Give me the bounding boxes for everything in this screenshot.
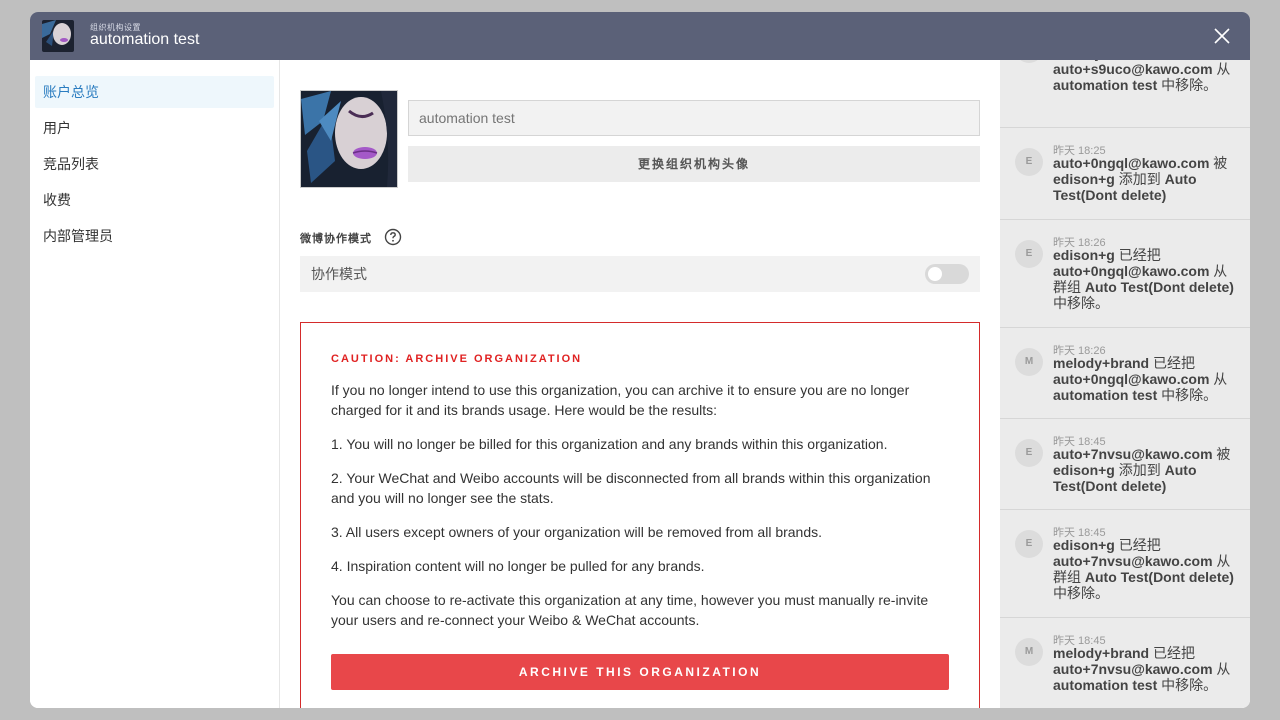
activity-text: melody+brand 已经把 auto+s9uco@kawo.com 从 a… [1053, 60, 1231, 93]
collab-mode-label: 协作模式 [311, 266, 367, 282]
sidebar-item-account-overview[interactable]: 账户总览 [35, 76, 274, 108]
avatar: E [1015, 240, 1043, 268]
activity-feed: M昨天 17:03melody+brand 已经把 auto+s9uco@kaw… [1000, 60, 1250, 708]
org-avatar-small [42, 20, 74, 52]
caution-point-1: 1. You will no longer be billed for this… [331, 436, 888, 452]
modal-title: automation test [90, 31, 200, 48]
activity-text: auto+0ngql@kawo.com 被 edison+g 添加到 Auto … [1053, 155, 1228, 203]
org-name-input[interactable] [408, 100, 980, 136]
avatar: M [1015, 348, 1043, 376]
activity-item: E 昨天 18:45 auto+7nvsu@kawo.com 被 edison+g … [1000, 419, 1250, 510]
caution-point-4: 4. Inspiration content will no longer be… [331, 558, 705, 574]
avatar: M [1015, 638, 1043, 666]
modal-header: 组织机构设置 automation test [30, 12, 1250, 60]
sidebar-item-competitors[interactable]: 竞品列表 [35, 148, 274, 180]
avatar: E [1015, 439, 1043, 467]
avatar: M [1015, 60, 1043, 63]
activity-item: M 昨天 18:45 melody+brand 已经把 auto+7nvsu@kaw… [1000, 618, 1250, 708]
activity-text: edison+g 已经把 auto+7nvsu@kawo.com 从 群组 Au… [1053, 537, 1234, 601]
activity-text: melody+brand 已经把 auto+7nvsu@kawo.com 从 a… [1053, 645, 1231, 693]
caution-point-3: 3. All users except owners of your organ… [331, 524, 823, 540]
change-avatar-button[interactable]: 更换组织机构头像 [408, 146, 980, 182]
sidebar-item-billing[interactable]: 收费 [35, 184, 274, 216]
archive-caution-box: CAUTION: ARCHIVE ORGANIZATION If you no … [300, 322, 980, 708]
toggle-knob [928, 267, 942, 281]
settings-sidebar: 账户总览 用户 竞品列表 收费 内部管理员 [30, 60, 280, 708]
activity-item: E 昨天 18:45 edison+g 已经把 auto+7nvsu@kawo.co… [1000, 510, 1250, 618]
sidebar-item-internal-admins[interactable]: 内部管理员 [35, 220, 274, 252]
caution-point-2: 2. Your WeChat and Weibo accounts will b… [331, 470, 931, 506]
question-icon[interactable] [384, 228, 402, 246]
org-settings-modal: 组织机构设置 automation test 账户总览 用户 竞品列表 收费 内… [30, 12, 1250, 708]
activity-text: melody+brand 已经把 auto+0ngql@kawo.com 从 a… [1053, 355, 1228, 403]
sidebar-item-users[interactable]: 用户 [35, 112, 274, 144]
activity-item: M昨天 17:03melody+brand 已经把 auto+s9uco@kaw… [1000, 60, 1250, 128]
activity-text: auto+7nvsu@kawo.com 被 edison+g 添加到 Auto … [1053, 446, 1231, 494]
avatar: E [1015, 530, 1043, 558]
caution-intro: If you no longer intend to use this orga… [331, 382, 910, 418]
activity-item: M 昨天 18:26 melody+brand 已经把 auto+0ngql@kaw… [1000, 328, 1250, 419]
collab-mode-row: 协作模式 [300, 256, 980, 292]
collab-mode-toggle[interactable] [925, 264, 969, 284]
caution-title: CAUTION: ARCHIVE ORGANIZATION [331, 353, 583, 365]
caution-outro: You can choose to re-activate this organ… [331, 592, 929, 628]
avatar: E [1015, 148, 1043, 176]
close-icon[interactable] [1212, 26, 1232, 46]
weibo-collab-label: 微博协作模式 [300, 233, 372, 245]
main-content: 更换组织机构头像 微博协作模式 协作模式 CAUTION: ARCHIVE OR… [280, 60, 1000, 708]
activity-text: edison+g 已经把 auto+0ngql@kawo.com 从 群组 Au… [1053, 247, 1234, 311]
archive-organization-button[interactable]: ARCHIVE THIS ORGANIZATION [331, 654, 949, 690]
org-avatar [300, 90, 398, 188]
activity-item: E 昨天 18:26 edison+g 已经把 auto+0ngql@kawo.co… [1000, 220, 1250, 328]
activity-item: E 昨天 18:25 auto+0ngql@kawo.com 被 edison+g … [1000, 128, 1250, 220]
